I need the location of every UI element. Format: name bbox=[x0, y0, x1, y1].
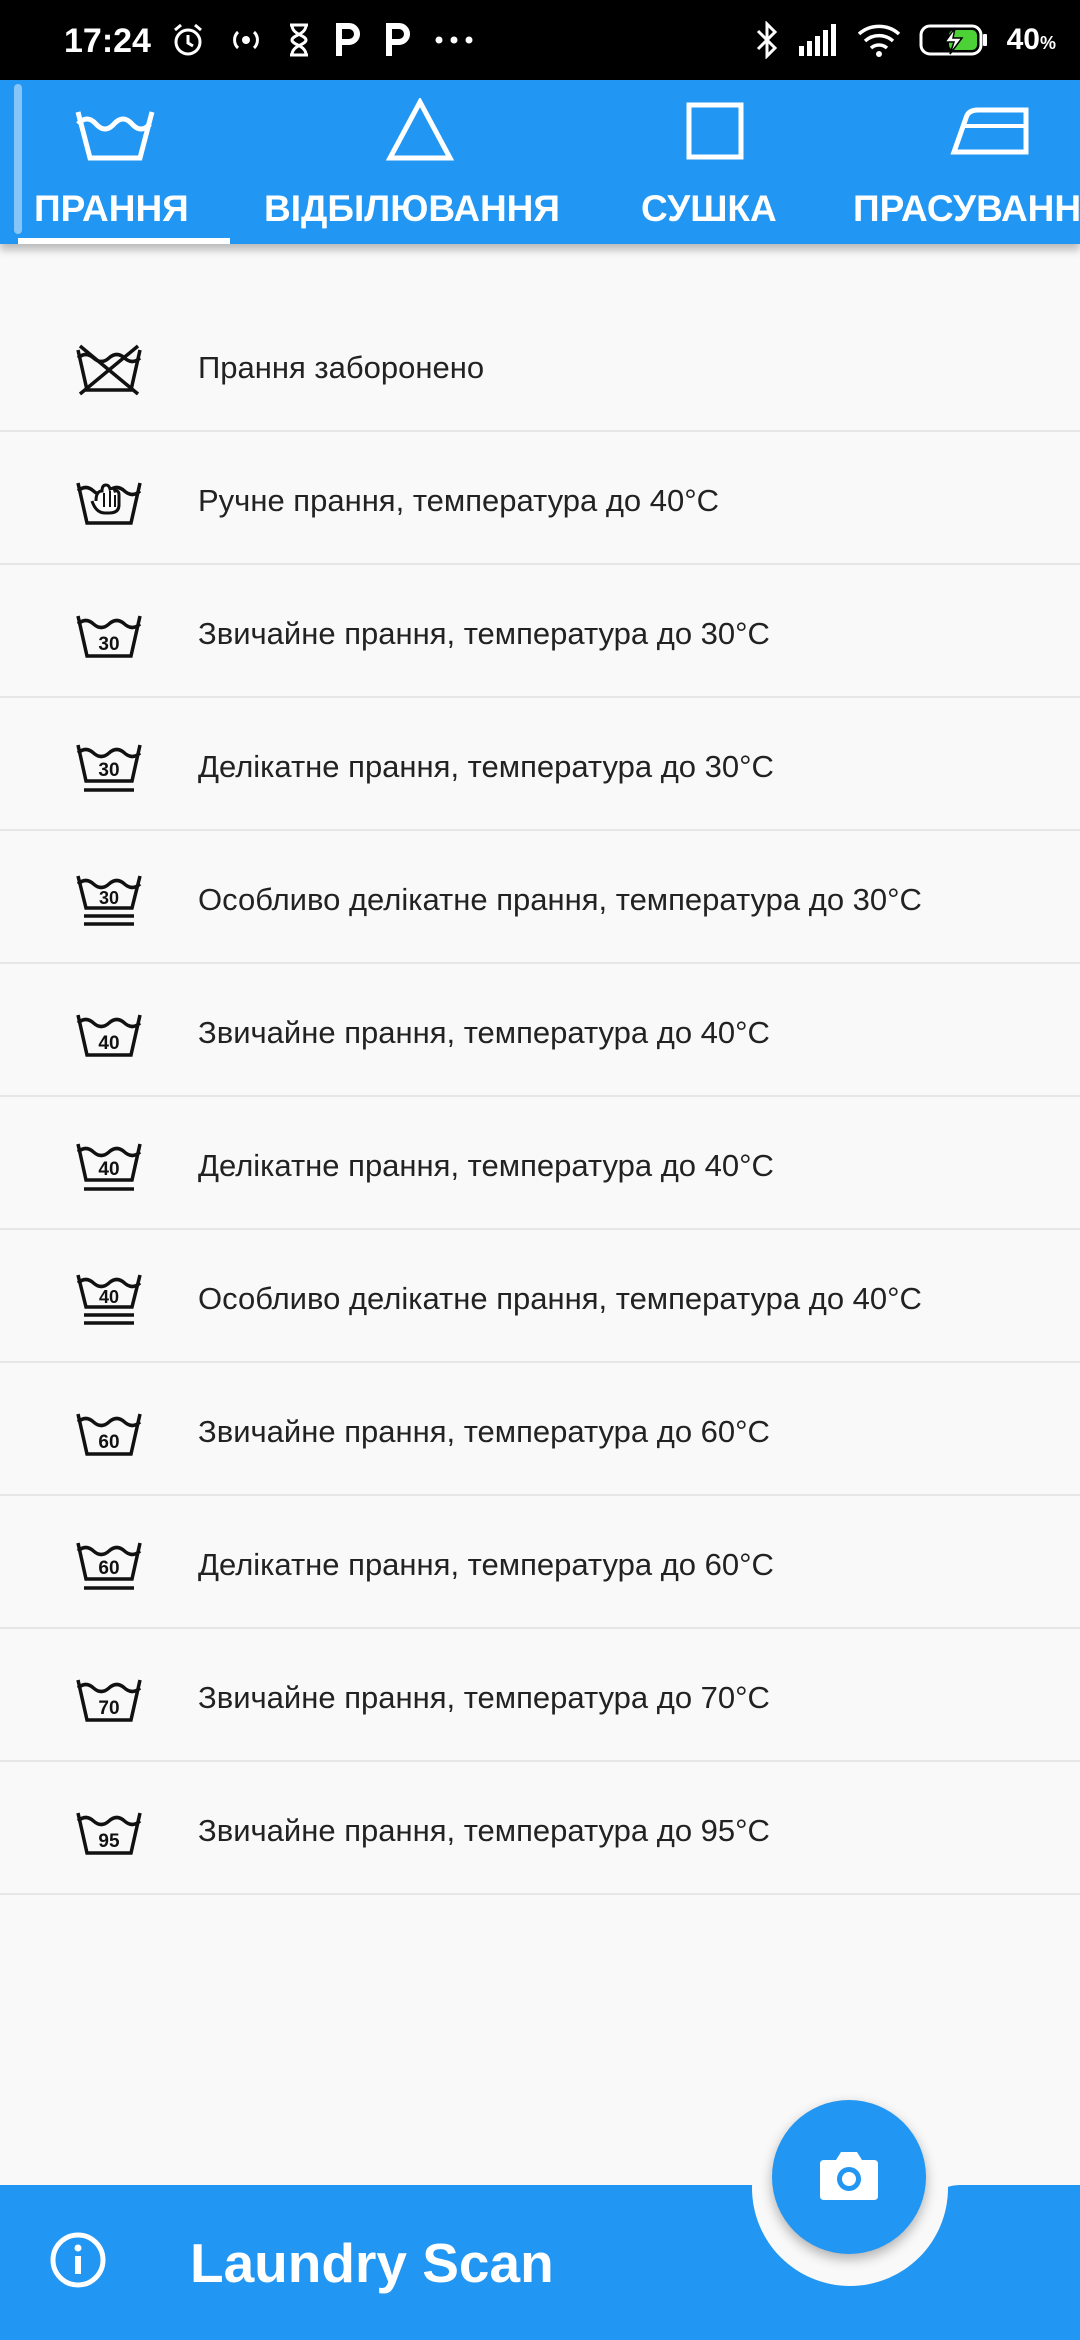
svg-text:30: 30 bbox=[99, 888, 119, 908]
item-label: Звичайне прання, температура до 40°C bbox=[198, 1015, 770, 1050]
tab-label: СУШКА bbox=[641, 188, 777, 229]
wash-40-gentle-icon: 40 bbox=[76, 1143, 142, 1191]
list-item[interactable]: 40 Делікатне прання, температура до 40°C bbox=[0, 1097, 1080, 1230]
list-item[interactable]: 60 Делікатне прання, температура до 60°C bbox=[0, 1496, 1080, 1629]
list-item[interactable]: Прання заборонено bbox=[0, 246, 1080, 432]
item-label: Звичайне прання, температура до 30°C bbox=[198, 616, 770, 651]
wifi-icon bbox=[857, 24, 900, 57]
tab-drying[interactable]: СУШКА bbox=[620, 80, 820, 244]
list-item[interactable]: 95 Звичайне прання, температура до 95°C bbox=[0, 1762, 1080, 1895]
tab-label: ВІДБІЛЮВАННЯ bbox=[264, 188, 560, 229]
tab-label: ПРАСУВАННЯ bbox=[853, 188, 1080, 229]
triangle-icon bbox=[386, 98, 454, 161]
p-icon bbox=[336, 23, 360, 56]
camera-icon bbox=[820, 2152, 878, 2200]
item-label: Звичайне прання, температура до 95°C bbox=[198, 1813, 770, 1848]
item-label: Прання заборонено bbox=[198, 350, 485, 385]
svg-text:70: 70 bbox=[98, 1698, 119, 1719]
info-icon[interactable] bbox=[48, 2230, 108, 2290]
item-label: Ручне прання, температура до 40°C bbox=[198, 483, 720, 518]
alarm-icon bbox=[174, 23, 202, 56]
wash-60-icon: 60 bbox=[76, 1413, 142, 1456]
svg-text:40: 40 bbox=[99, 1287, 119, 1307]
scan-camera-button[interactable] bbox=[772, 2100, 926, 2254]
svg-text:40: 40 bbox=[98, 1159, 119, 1180]
list-item[interactable]: Ручне прання, температура до 40°C bbox=[0, 432, 1080, 565]
iron-icon bbox=[950, 107, 1029, 155]
list-item[interactable]: 70 Звичайне прання, температура до 70°C bbox=[0, 1629, 1080, 1762]
item-label: Делікатне прання, температура до 30°C bbox=[198, 749, 774, 784]
wash-30-gentle-icon: 30 bbox=[76, 744, 142, 792]
do-not-wash-icon bbox=[76, 344, 142, 396]
square-icon bbox=[686, 102, 744, 160]
care-symbol-list: Прання заборонено Ручне прання, температ… bbox=[0, 246, 1080, 1895]
wash-40-very-gentle-icon: 40 bbox=[76, 1274, 142, 1325]
battery-charging-icon bbox=[919, 24, 987, 56]
status-bar: 17:24 40% bbox=[0, 0, 1080, 80]
svg-text:30: 30 bbox=[98, 634, 119, 655]
list-item[interactable]: 30 Особливо делікатне прання, температур… bbox=[0, 831, 1080, 964]
wash-30-very-gentle-icon: 30 bbox=[76, 875, 142, 926]
wash-60-gentle-icon: 60 bbox=[76, 1542, 142, 1590]
hand-wash-icon bbox=[76, 482, 142, 525]
item-label: Звичайне прання, температура до 60°C bbox=[198, 1414, 770, 1449]
svg-text:30: 30 bbox=[98, 760, 119, 781]
svg-text:95: 95 bbox=[98, 1831, 120, 1852]
item-label: Делікатне прання, температура до 40°C bbox=[198, 1148, 774, 1183]
wash-40-icon: 40 bbox=[76, 1014, 142, 1057]
tab-ironing[interactable]: ПРАСУВАННЯ bbox=[840, 80, 1080, 244]
tab-washing[interactable]: ПРАННЯ bbox=[0, 80, 230, 244]
selected-tab-indicator bbox=[18, 238, 230, 244]
list-item[interactable]: 30 Звичайне прання, температура до 30°C bbox=[0, 565, 1080, 698]
wash-70-icon: 70 bbox=[76, 1679, 142, 1722]
svg-text:60: 60 bbox=[98, 1558, 119, 1579]
list-item[interactable]: 40 Звичайне прання, температура до 40°C bbox=[0, 964, 1080, 1097]
svg-text:60: 60 bbox=[98, 1432, 119, 1453]
item-label: Делікатне прання, температура до 60°C bbox=[198, 1547, 774, 1582]
p-icon bbox=[386, 23, 410, 56]
app-title: Laundry Scan bbox=[190, 2232, 554, 2294]
item-label: Особливо делікатне прання, температура д… bbox=[198, 1281, 922, 1316]
signal-icon bbox=[798, 24, 836, 56]
wash-30-icon: 30 bbox=[76, 615, 142, 658]
tab-bleaching[interactable]: ВІДБІЛЮВАННЯ bbox=[240, 80, 600, 244]
hourglass-icon bbox=[290, 23, 308, 57]
list-item[interactable]: 30 Делікатне прання, температура до 30°C bbox=[0, 698, 1080, 831]
bluetooth-icon bbox=[756, 21, 777, 59]
category-tabs: ПРАННЯ ВІДБІЛЮВАННЯ СУШКА ПРАСУВАННЯ bbox=[0, 80, 1080, 244]
wash-95-icon: 95 bbox=[76, 1812, 142, 1855]
tab-label: ПРАННЯ bbox=[34, 188, 189, 229]
list-item[interactable]: 60 Звичайне прання, температура до 60°C bbox=[0, 1363, 1080, 1496]
svg-text:40: 40 bbox=[98, 1033, 119, 1054]
list-item[interactable]: 40 Особливо делікатне прання, температур… bbox=[0, 1230, 1080, 1363]
washtub-icon bbox=[75, 111, 155, 161]
more-dots-icon bbox=[435, 36, 473, 44]
item-label: Звичайне прання, температура до 70°C bbox=[198, 1680, 770, 1715]
status-time: 17:24 bbox=[64, 22, 151, 60]
item-label: Особливо делікатне прання, температура д… bbox=[198, 882, 922, 917]
battery-level: 40% bbox=[1006, 23, 1056, 56]
hotspot-icon bbox=[233, 30, 259, 50]
